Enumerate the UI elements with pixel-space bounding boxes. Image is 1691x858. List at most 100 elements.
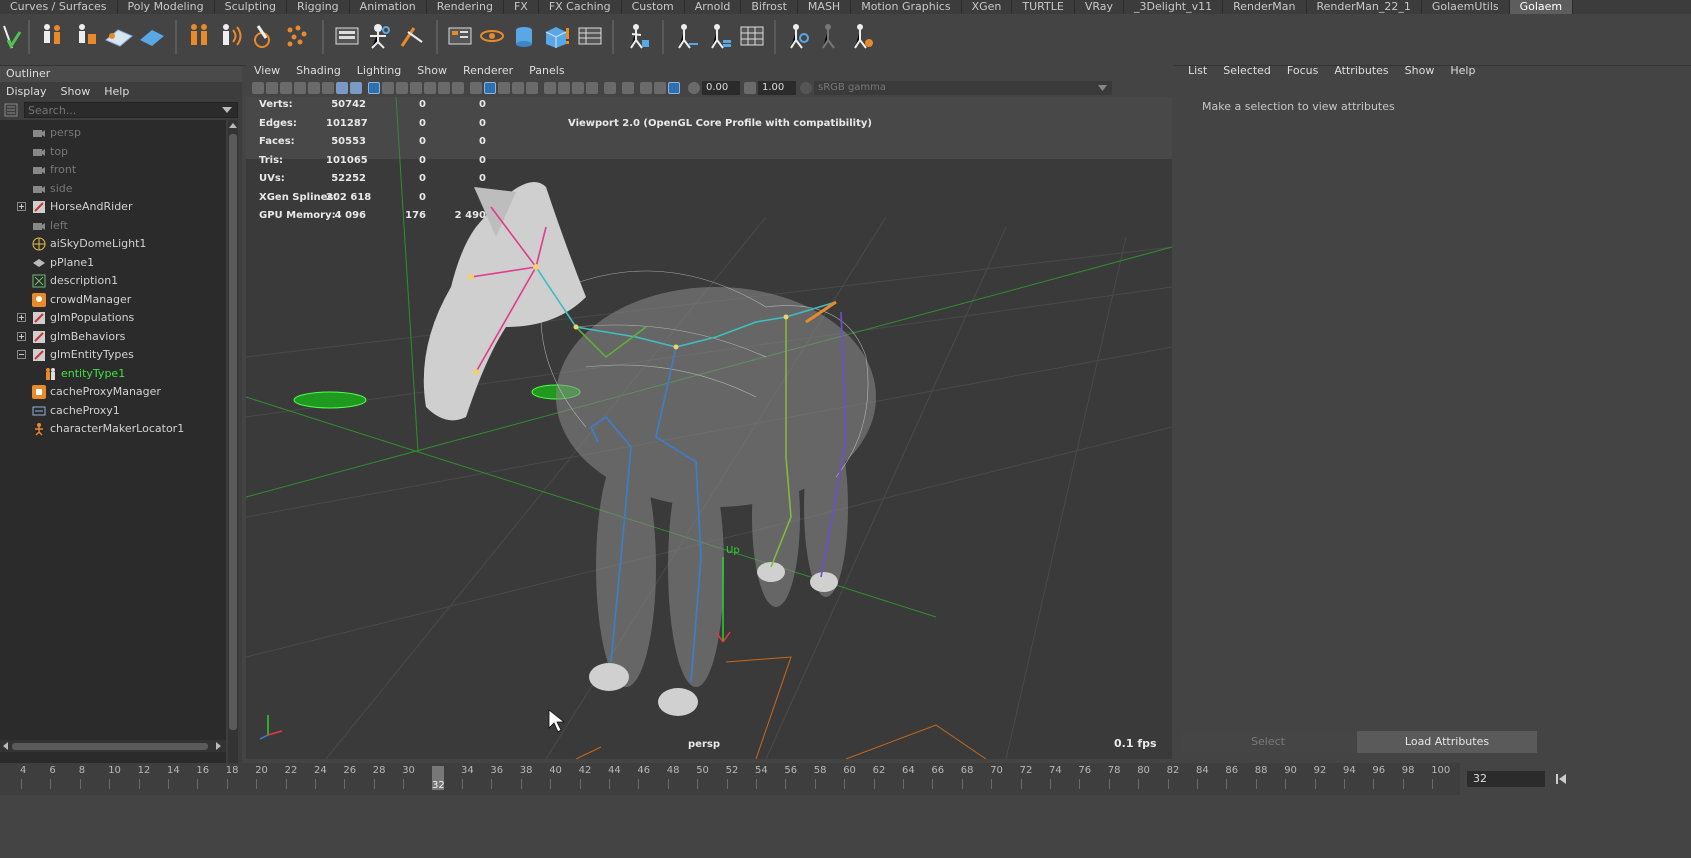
- safe-title-icon[interactable]: [452, 82, 464, 94]
- current-frame-field[interactable]: 32: [1467, 771, 1545, 787]
- viewport-menu-item[interactable]: View: [254, 64, 280, 77]
- scroll-left-icon[interactable]: [2, 742, 10, 750]
- terrain-icon[interactable]: [104, 22, 133, 50]
- shelf-tab[interactable]: Poly Modeling: [118, 0, 215, 14]
- chevron-down-icon[interactable]: [1098, 85, 1107, 91]
- shelf-tab[interactable]: Arnold: [685, 0, 742, 14]
- time-slider[interactable]: 4681012141618202224262830323436384042444…: [0, 763, 1460, 795]
- select-button[interactable]: Select: [1182, 731, 1354, 753]
- expand-icon[interactable]: [17, 313, 26, 322]
- filter-icon[interactable]: [4, 103, 18, 117]
- exposure-icon[interactable]: [688, 82, 700, 94]
- layout-editor-icon[interactable]: [333, 22, 359, 50]
- outliner-item-cacheproxy1[interactable]: cacheProxy1: [0, 402, 226, 420]
- shelf-tab[interactable]: FX Caching: [539, 0, 622, 14]
- shelf-tab[interactable]: Rendering: [427, 0, 504, 14]
- outliner-item-front[interactable]: front: [0, 161, 226, 179]
- backface-culling-icon[interactable]: [668, 82, 680, 94]
- search-character-icon[interactable]: [784, 22, 810, 50]
- isolate-select-icon[interactable]: [622, 82, 634, 94]
- wireframe-icon[interactable]: [350, 82, 362, 94]
- grid-layout-icon[interactable]: [738, 22, 764, 50]
- attribute-editor-menu-item[interactable]: Show: [1405, 64, 1435, 77]
- attribute-editor-menu-item[interactable]: Help: [1450, 64, 1475, 77]
- walk-settings-icon[interactable]: [848, 22, 874, 50]
- shelf-tab[interactable]: Rigging: [287, 0, 350, 14]
- attribute-editor-menu-item[interactable]: Selected: [1223, 64, 1271, 77]
- select-camera-icon[interactable]: [252, 82, 264, 94]
- outliner-tree[interactable]: persp top front side HorseAndRider left aiSkyD…: [0, 120, 226, 790]
- scroll-up-icon[interactable]: [229, 122, 237, 130]
- outliner-item-pplane1[interactable]: pPlane1: [0, 254, 226, 272]
- shelf-tab[interactable]: Golaem: [1509, 0, 1574, 14]
- shelf-tab[interactable]: Bifrost: [741, 0, 798, 14]
- gamma-icon[interactable]: [744, 82, 756, 94]
- outliner-vertical-scrollbar[interactable]: [228, 120, 238, 790]
- camera-attributes-icon[interactable]: [266, 82, 278, 94]
- walk-stack-icon[interactable]: [705, 22, 731, 50]
- shelf-tab[interactable]: MASH: [798, 0, 852, 14]
- gamma-field[interactable]: 1.00: [758, 81, 796, 95]
- attribute-editor-menu-item[interactable]: List: [1188, 64, 1207, 77]
- bookmark-icon[interactable]: [280, 82, 292, 94]
- xray-joints-icon[interactable]: [640, 82, 652, 94]
- shelf-tab[interactable]: XGen: [962, 0, 1013, 14]
- safe-action-icon[interactable]: [438, 82, 450, 94]
- viewport-3d[interactable]: Viewport 2.0 (OpenGL Core Profile with c…: [246, 97, 1172, 759]
- entity-type-icon[interactable]: [72, 22, 98, 50]
- outliner-menu-item[interactable]: Display: [6, 85, 47, 98]
- wireframe-on-shaded-icon[interactable]: [512, 82, 524, 94]
- color-space-select[interactable]: sRGB gamma: [814, 81, 1112, 95]
- outliner-item-description1[interactable]: description1: [0, 272, 226, 290]
- outliner-item-left[interactable]: left: [0, 217, 226, 235]
- outliner-item-cacheproxymanager[interactable]: cacheProxyManager: [0, 383, 226, 401]
- outliner-item-charactermakerlocator1[interactable]: characterMakerLocator1: [0, 420, 226, 438]
- outliner-item-persp[interactable]: persp: [0, 124, 226, 142]
- attribute-editor-menu-item[interactable]: Attributes: [1334, 64, 1388, 77]
- shadows-icon[interactable]: [558, 82, 570, 94]
- behavior-sound-icon[interactable]: [218, 22, 244, 50]
- resolution-gate-icon[interactable]: [396, 82, 408, 94]
- shelf-tab[interactable]: Sculpting: [215, 0, 287, 14]
- wireframe-shading-icon[interactable]: [470, 82, 482, 94]
- viewport-menu-item[interactable]: Show: [417, 64, 447, 77]
- outliner-item-glmentitytypes[interactable]: glmEntityTypes: [0, 346, 226, 364]
- shelf-tab[interactable]: RenderMan_22_1: [1307, 0, 1422, 14]
- 2d-pan-zoom-icon[interactable]: [308, 82, 320, 94]
- walking-character-icon[interactable]: [624, 22, 650, 50]
- outliner-item-glmbehaviors[interactable]: glmBehaviors: [0, 328, 226, 346]
- shelf-tab[interactable]: Motion Graphics: [851, 0, 962, 14]
- scrollbar-thumb[interactable]: [229, 134, 237, 730]
- expand-icon[interactable]: [17, 331, 26, 341]
- outliner-item-crowdmanager[interactable]: crowdManager: [0, 291, 226, 309]
- grease-pencil-icon[interactable]: [322, 82, 334, 94]
- image-plane-icon[interactable]: [294, 82, 306, 94]
- golaem-check-icon[interactable]: [2, 22, 28, 50]
- outliner-horizontal-scrollbar[interactable]: [0, 740, 226, 752]
- shelf-tab[interactable]: TURTLE: [1012, 0, 1075, 14]
- particles-icon[interactable]: [284, 22, 310, 50]
- shelf-tab[interactable]: FX: [504, 0, 539, 14]
- exposure-field[interactable]: 0.00: [702, 81, 740, 95]
- ground-plane-icon[interactable]: [138, 22, 164, 50]
- emitter-icon[interactable]: [478, 22, 504, 50]
- textured-icon[interactable]: [526, 82, 538, 94]
- go-to-start-icon[interactable]: [1555, 773, 1567, 785]
- color-management-icon[interactable]: [800, 82, 812, 94]
- outliner-item-glmpopulations[interactable]: glmPopulations: [0, 309, 226, 327]
- screen-space-ao-icon[interactable]: [572, 82, 584, 94]
- outliner-item-aiskydomelight1[interactable]: aiSkyDomeLight1: [0, 235, 226, 253]
- grid-toggle-icon[interactable]: [368, 82, 380, 94]
- outliner-item-horseandrider[interactable]: HorseAndRider: [0, 198, 226, 216]
- outliner-item-top[interactable]: top: [0, 143, 226, 161]
- path-walk-icon[interactable]: [672, 22, 698, 50]
- motion-blur-icon[interactable]: [586, 82, 598, 94]
- scrollbar-thumb[interactable]: [12, 743, 208, 750]
- crowd-entity-icon[interactable]: [40, 22, 66, 50]
- anti-aliasing-icon[interactable]: [604, 82, 616, 94]
- shelf-tab[interactable]: GolaemUtils: [1422, 0, 1510, 14]
- shelf-tab[interactable]: _3Delight_v11: [1124, 0, 1224, 14]
- shelf-tab[interactable]: VRay: [1075, 0, 1124, 14]
- character-maker-icon[interactable]: [366, 22, 392, 50]
- attribute-editor-menu-item[interactable]: Focus: [1287, 64, 1318, 77]
